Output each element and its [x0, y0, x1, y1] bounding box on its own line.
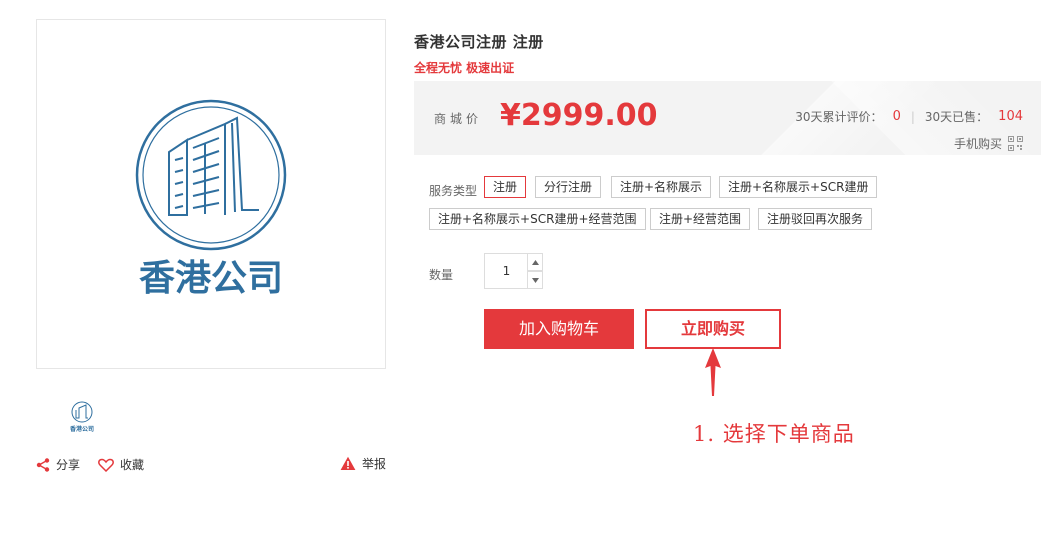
service-option-name-display[interactable]: 注册+名称展示 — [611, 176, 712, 198]
buy-now-button[interactable]: 立即购买 — [645, 309, 781, 349]
service-option-name-display-scr-scope[interactable]: 注册+名称展示+SCR建册+经营范围 — [429, 208, 646, 230]
heart-icon — [98, 458, 114, 472]
sold-count: 104 — [998, 109, 1023, 124]
service-option-register[interactable]: 注册 — [484, 176, 527, 198]
share-action[interactable]: 分享 — [36, 456, 80, 473]
thumb-text: 香港公司 — [69, 425, 94, 433]
price-panel: 商城价 ¥2999.00 30天累计评价： 0 | 30天已售： 104 手机购… — [414, 81, 1041, 155]
warning-icon — [340, 456, 356, 470]
report-label: 举报 — [362, 457, 387, 471]
service-type-label: 服务类型 — [429, 184, 478, 198]
service-option-rejection-resubmit[interactable]: 注册驳回再次服务 — [758, 208, 873, 230]
qr-code-icon — [1008, 136, 1023, 151]
annotation-text: 1. 选择下单商品 — [693, 422, 855, 446]
hk-company-logo: 香港公司 — [135, 99, 287, 299]
product-main-image: 香港公司 — [36, 19, 386, 369]
logo-text: 香港公司 — [139, 258, 283, 299]
mobile-buy-label: 手机购买 — [953, 137, 1002, 151]
add-to-cart-button[interactable]: 加入购物车 — [484, 309, 634, 349]
service-option-business-scope[interactable]: 注册+经营范围 — [650, 208, 751, 230]
stats-divider: | — [910, 109, 915, 124]
mobile-buy-link[interactable]: 手机购买 — [954, 135, 1023, 152]
sold-label: 30天已售： — [924, 110, 989, 124]
caret-down-icon — [531, 277, 539, 283]
sales-stats: 30天累计评价： 0 | 30天已售： 104 — [795, 108, 1023, 125]
quantity-input[interactable]: 1 — [484, 253, 528, 289]
quantity-increase-button[interactable] — [527, 253, 543, 271]
arrow-up-icon — [705, 348, 721, 396]
share-icon — [36, 457, 50, 472]
thumbnail-image[interactable]: 香港公司 — [64, 398, 100, 434]
product-title: 香港公司注册 注册 — [414, 33, 544, 51]
service-option-branch-register[interactable]: 分行注册 — [535, 176, 602, 198]
product-subtitle: 全程无忧 极速出证 — [414, 61, 515, 75]
price-value: ¥2999.00 — [500, 98, 658, 133]
reviews-count[interactable]: 0 — [893, 109, 901, 124]
caret-up-icon — [531, 259, 539, 265]
reviews-label: 30天累计评价： — [795, 110, 883, 124]
service-option-name-display-scr[interactable]: 注册+名称展示+SCR建册 — [719, 176, 878, 198]
quantity-decrease-button[interactable] — [527, 271, 543, 289]
favorite-action[interactable]: 收藏 — [98, 456, 144, 473]
share-label: 分享 — [56, 458, 81, 472]
price-label: 商城价 — [434, 112, 483, 126]
report-action[interactable]: 举报 — [340, 455, 386, 472]
favorite-label: 收藏 — [120, 458, 145, 472]
quantity-label: 数量 — [429, 268, 454, 282]
